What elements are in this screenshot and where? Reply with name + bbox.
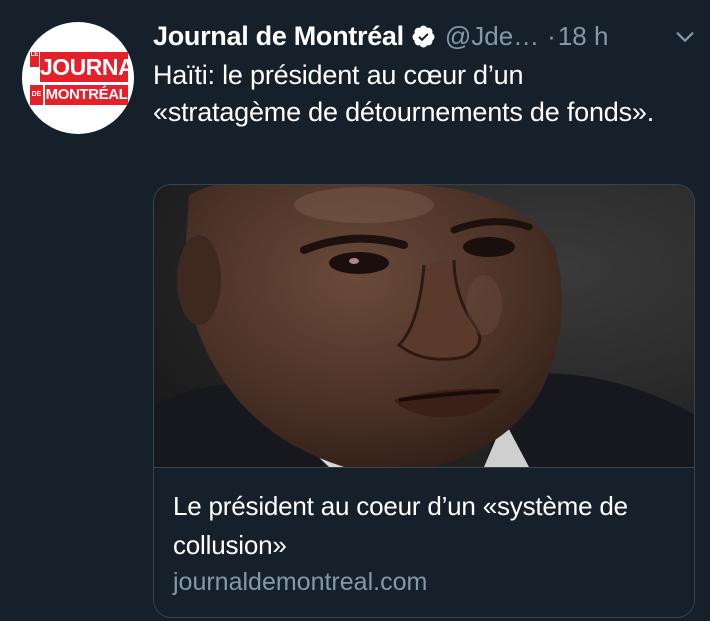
chevron-down-icon[interactable] bbox=[674, 26, 696, 48]
separator-dot: · bbox=[547, 20, 556, 51]
card-domain: journaldemontreal.com bbox=[173, 568, 428, 596]
tweet-header: Journal de Montréal @Jde… · 18 h bbox=[153, 16, 608, 56]
card-body[interactable]: Le président au coeur d’un «système de c… bbox=[154, 467, 694, 617]
author-display-name[interactable]: Journal de Montréal bbox=[153, 21, 404, 52]
tweet-text: Haïti: le président au cœur d’un «strata… bbox=[153, 60, 655, 127]
logo-le: LE bbox=[30, 52, 39, 67]
tweet-timestamp[interactable]: 18 h bbox=[558, 21, 609, 52]
logo-montreal: MONTRÉAL bbox=[45, 85, 128, 105]
card-title[interactable]: Le président au coeur d’un «système de c… bbox=[173, 487, 673, 565]
portrait-illustration bbox=[154, 185, 694, 467]
logo-journal: JOURNAL bbox=[40, 52, 134, 82]
author-handle[interactable]: @Jde… bbox=[445, 21, 539, 52]
logo-de: DE bbox=[30, 85, 43, 105]
tweet[interactable]: LE JOURNAL DE MONTRÉAL Journal de Montré… bbox=[0, 0, 710, 621]
journal-de-montreal-logo: LE JOURNAL DE MONTRÉAL bbox=[30, 52, 134, 108]
verified-badge-icon bbox=[412, 25, 435, 47]
avatar[interactable]: LE JOURNAL DE MONTRÉAL bbox=[22, 22, 134, 134]
link-preview-card[interactable]: Le président au coeur d’un «système de c… bbox=[153, 184, 695, 618]
card-image-portrait[interactable] bbox=[154, 185, 694, 467]
